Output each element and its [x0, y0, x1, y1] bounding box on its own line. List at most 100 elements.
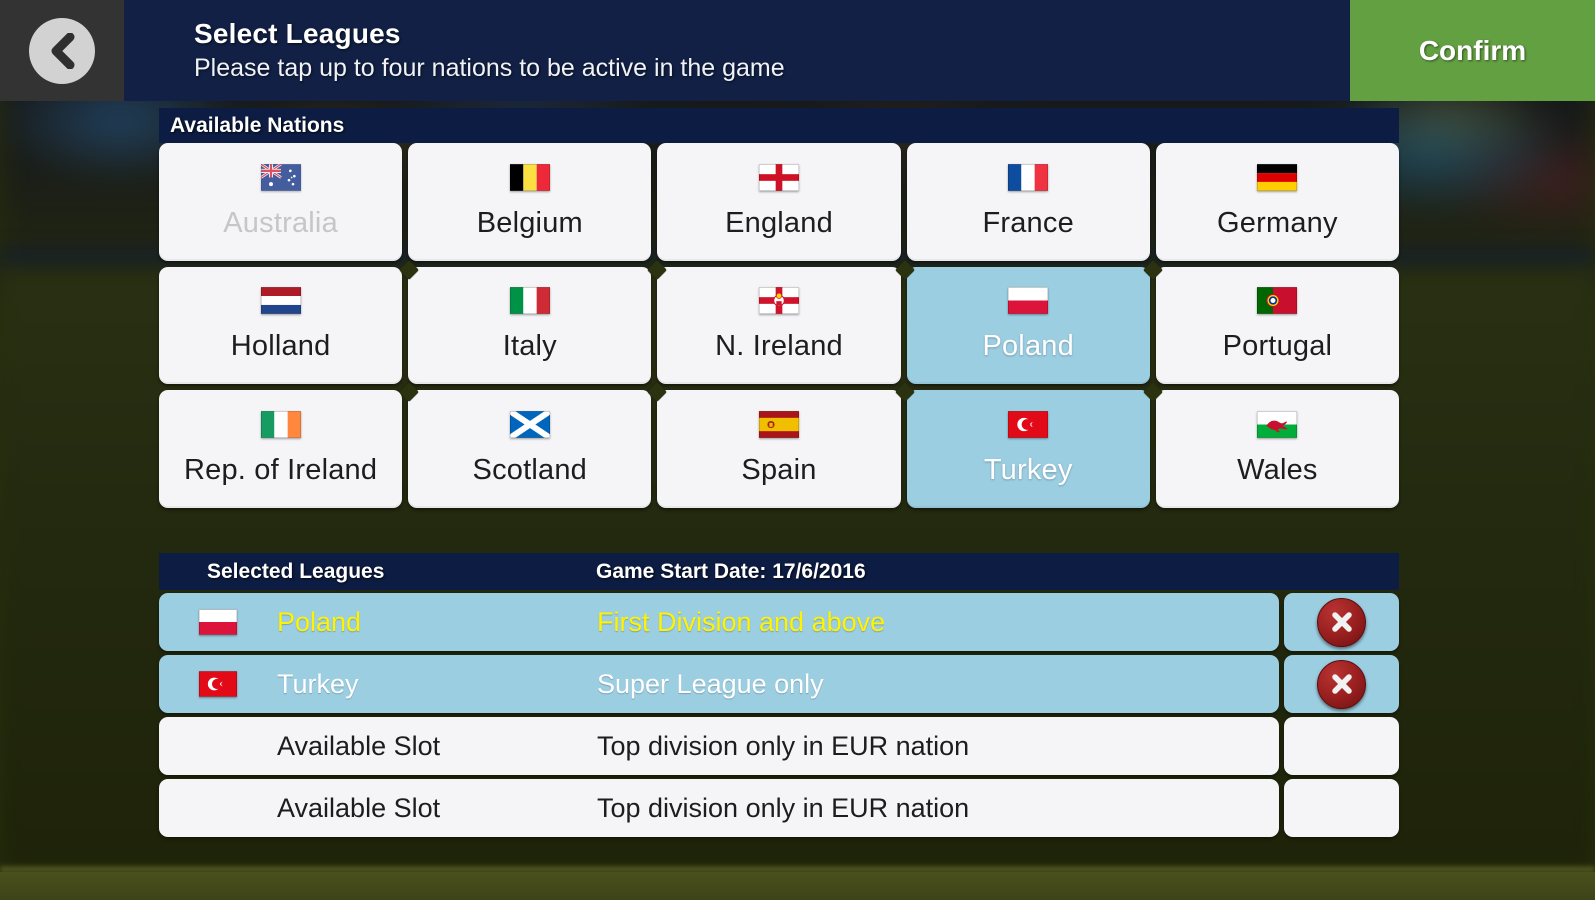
flag-france-icon: [1008, 163, 1049, 191]
selected-league-row[interactable]: Available Slot Top division only in EUR n…: [159, 717, 1399, 775]
selected-league-row-body[interactable]: Available Slot Top division only in EUR n…: [159, 717, 1279, 775]
nation-card-label: France: [982, 206, 1074, 239]
select-leagues-screen: Select Leagues Please tap up to four nat…: [0, 0, 1595, 900]
flag-northern-ireland: [758, 287, 799, 315]
nation-card-label: Wales: [1237, 454, 1318, 487]
nation-card-label: Belgium: [476, 206, 583, 239]
selected-league-nation: Available Slot: [277, 792, 441, 823]
game-start-date-label: Game Start Date: 17/6/2016: [596, 559, 866, 583]
nation-card-australia: Australia: [159, 143, 403, 261]
nation-card-holland[interactable]: Holland: [159, 266, 403, 385]
flag-italy-icon: [509, 287, 550, 315]
nation-card-turkey[interactable]: Turkey: [906, 390, 1150, 508]
confirm-button-label: Confirm: [1418, 34, 1527, 66]
close-circle-icon[interactable]: [1317, 659, 1366, 709]
selected-league-nation: Turkey: [277, 668, 359, 699]
flag-turkey-icon: [1008, 411, 1049, 439]
selected-league-description: Top division only in EUR nation: [597, 792, 970, 823]
top-bar: Select Leagues Please tap up to four nat…: [0, 0, 1595, 101]
available-nations-title: Available Nations: [170, 113, 345, 137]
nation-card-n-ireland[interactable]: N. Ireland: [657, 266, 901, 385]
flag-holland: [260, 287, 301, 315]
nation-card-germany[interactable]: Germany: [1155, 143, 1399, 261]
remove-league-cell[interactable]: [1284, 593, 1399, 651]
selected-league-row-body[interactable]: Poland First Division and above: [159, 593, 1279, 651]
nation-card-poland[interactable]: Poland: [906, 266, 1150, 385]
flag-poland: [159, 609, 277, 635]
nation-card-label: Rep. of Ireland: [183, 454, 378, 487]
nation-card-england[interactable]: England: [657, 143, 901, 261]
flag-northern-ireland-icon: [758, 287, 799, 315]
flag-wales-icon: [1257, 411, 1298, 439]
nation-card-portugal[interactable]: Portugal: [1155, 266, 1399, 385]
close-icon: [1331, 612, 1352, 632]
flag-england: [758, 163, 799, 191]
nation-card-label: Spain: [741, 454, 817, 487]
selected-league-row-body[interactable]: Available Slot Top division only in EUR n…: [159, 779, 1279, 837]
available-nations-header: Available Nations: [159, 108, 1399, 143]
page-title: Select Leagues: [194, 18, 401, 50]
flag-poland: [1008, 287, 1049, 315]
selected-league-nation: Available Slot: [277, 730, 441, 761]
close-icon: [1331, 674, 1352, 694]
nation-card-france[interactable]: France: [906, 143, 1150, 261]
back-button-circle: [29, 17, 95, 84]
flag-spain: [758, 411, 799, 439]
selected-league-description: First Division and above: [597, 606, 886, 637]
flag-belgium-icon: [509, 163, 550, 191]
selected-league-row[interactable]: Available Slot Top division only in EUR n…: [159, 779, 1399, 837]
nation-card-rep-of-ireland[interactable]: Rep. of Ireland: [159, 390, 403, 508]
flag-ireland-icon: [260, 411, 301, 439]
flag-portugal-icon: [1257, 287, 1298, 315]
flag-italy: [509, 287, 550, 315]
flag-portugal: [1257, 287, 1298, 315]
selected-leagues-panel: Selected Leagues Game Start Date: 17/6/2…: [159, 553, 1399, 837]
flag-spain-icon: [758, 411, 799, 439]
nation-card-label: Turkey: [983, 454, 1073, 487]
selected-league-nation: Poland: [277, 606, 362, 637]
nation-card-wales[interactable]: Wales: [1155, 390, 1399, 508]
chevron-left-icon: [51, 32, 75, 69]
nation-card-belgium[interactable]: Belgium: [408, 143, 652, 261]
flag-scotland: [509, 411, 550, 439]
confirm-button[interactable]: Confirm: [1350, 0, 1595, 101]
flag-turkey: [159, 671, 277, 697]
nation-card-label: N. Ireland: [715, 330, 843, 363]
nation-card-label: Holland: [230, 330, 331, 363]
close-circle-icon[interactable]: [1317, 597, 1366, 647]
nation-card-label: Italy: [502, 330, 557, 363]
screen-title-block: Select Leagues Please tap up to four nat…: [124, 0, 1350, 101]
selected-leagues-header: Selected Leagues Game Start Date: 17/6/2…: [159, 553, 1399, 590]
available-nations-panel: Available Nations Australia Belgium Englan…: [159, 108, 1399, 508]
flag-turkey: [1008, 411, 1049, 439]
nation-card-label: Germany: [1217, 206, 1338, 239]
flag-australia: [260, 163, 301, 191]
background-bottom-strip: [0, 872, 1595, 900]
flag-australia-icon: [260, 163, 301, 191]
nation-card-scotland[interactable]: Scotland: [408, 390, 652, 508]
selected-leagues-header-col1: Selected Leagues: [159, 560, 596, 584]
selected-league-description: Top division only in EUR nation: [597, 730, 970, 761]
nation-card-label: Portugal: [1222, 330, 1333, 363]
flag-turkey-icon: [199, 671, 237, 697]
nation-card-label: Scotland: [472, 454, 588, 487]
selected-league-row-body[interactable]: Turkey Super League only: [159, 655, 1279, 713]
nation-card-spain[interactable]: Spain: [657, 390, 901, 508]
flag-england-icon: [758, 163, 799, 191]
flag-germany: [1257, 163, 1298, 191]
selected-league-description: Super League only: [597, 668, 824, 699]
remove-league-cell[interactable]: [1284, 655, 1399, 713]
selected-league-row[interactable]: Turkey Super League only: [159, 655, 1399, 713]
selected-league-row[interactable]: Poland First Division and above: [159, 593, 1399, 651]
nation-card-italy[interactable]: Italy: [408, 266, 652, 385]
back-button[interactable]: [0, 0, 124, 101]
flag-germany-icon: [1257, 163, 1298, 191]
nation-card-label: Australia: [223, 206, 338, 239]
empty-remove-cell: [1284, 717, 1399, 775]
nation-card-label: Poland: [982, 330, 1074, 363]
flag-wales: [1257, 411, 1298, 439]
page-subtitle: Please tap up to four nations to be acti…: [194, 54, 785, 83]
nations-grid: Australia Belgium England France Germany Holl…: [159, 143, 1399, 508]
empty-remove-cell: [1284, 779, 1399, 837]
flag-france: [1008, 163, 1049, 191]
